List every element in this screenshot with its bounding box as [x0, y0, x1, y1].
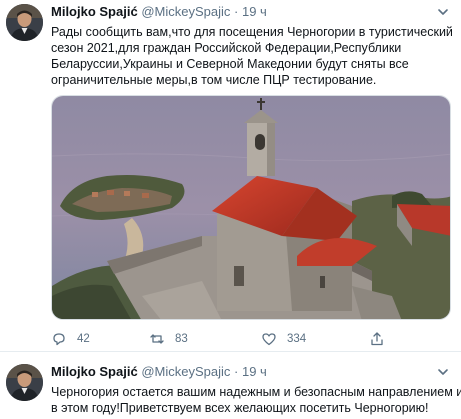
chevron-down-icon[interactable] [435, 4, 451, 20]
tweet-photo[interactable] [51, 95, 451, 320]
timestamp[interactable]: 19 ч [242, 4, 267, 19]
like-button[interactable]: 334 [261, 330, 306, 348]
retweet-button[interactable]: 83 [149, 330, 188, 348]
tweet-text-line: ограничительные меры,в том числе ПЦР тес… [51, 73, 377, 87]
tweet-text-line: в этом году!Приветствуем всех желающих п… [51, 401, 429, 415]
reply-count: 42 [77, 333, 90, 345]
share-button[interactable] [369, 330, 395, 348]
tweet-text: Рады сообщить вам,что для посещения Черн… [51, 24, 453, 88]
like-count: 334 [287, 333, 307, 345]
retweet-icon [150, 334, 164, 344]
separator-dot: · [234, 4, 239, 19]
reply-icon [53, 333, 65, 346]
author-name[interactable]: Milojko Spajić [51, 4, 138, 19]
avatar[interactable] [6, 4, 43, 41]
tweet-header: Milojko Spajić @MickeySpajic · 19 ч [51, 364, 267, 380]
avatar[interactable] [6, 364, 43, 401]
separator-dot: · [234, 364, 239, 379]
tweet-text-line: Рады сообщить вам,что для посещения Черн… [51, 25, 453, 39]
tweet[interactable]: Milojko Spajić @MickeySpajic · 19 ч Черн… [0, 352, 461, 419]
tweet-text: Черногория остается вашим надежным и без… [51, 384, 461, 416]
chevron-down-icon[interactable] [435, 364, 451, 380]
retweet-count: 83 [175, 333, 188, 345]
tweet-actions: 42 83 334 [51, 330, 451, 348]
tweet-text-line: сезон 2021,для граждан Российской Федера… [51, 41, 402, 55]
heart-icon [262, 333, 276, 346]
share-icon [371, 332, 383, 346]
timestamp[interactable]: 19 ч [242, 364, 267, 379]
author-handle[interactable]: @MickeySpajic [141, 364, 230, 379]
tweet[interactable]: Milojko Spajić @MickeySpajic · 19 ч Рады… [0, 0, 461, 352]
author-name[interactable]: Milojko Spajić [51, 364, 138, 379]
tweet-header: Milojko Spajić @MickeySpajic · 19 ч [51, 4, 267, 20]
tweet-text-line: Беларуссии,Украины и Северной Македонии … [51, 57, 409, 71]
reply-button[interactable]: 42 [51, 330, 90, 348]
author-handle[interactable]: @MickeySpajic [141, 4, 230, 19]
tweet-text-line: Черногория остается вашим надежным и без… [51, 385, 461, 399]
